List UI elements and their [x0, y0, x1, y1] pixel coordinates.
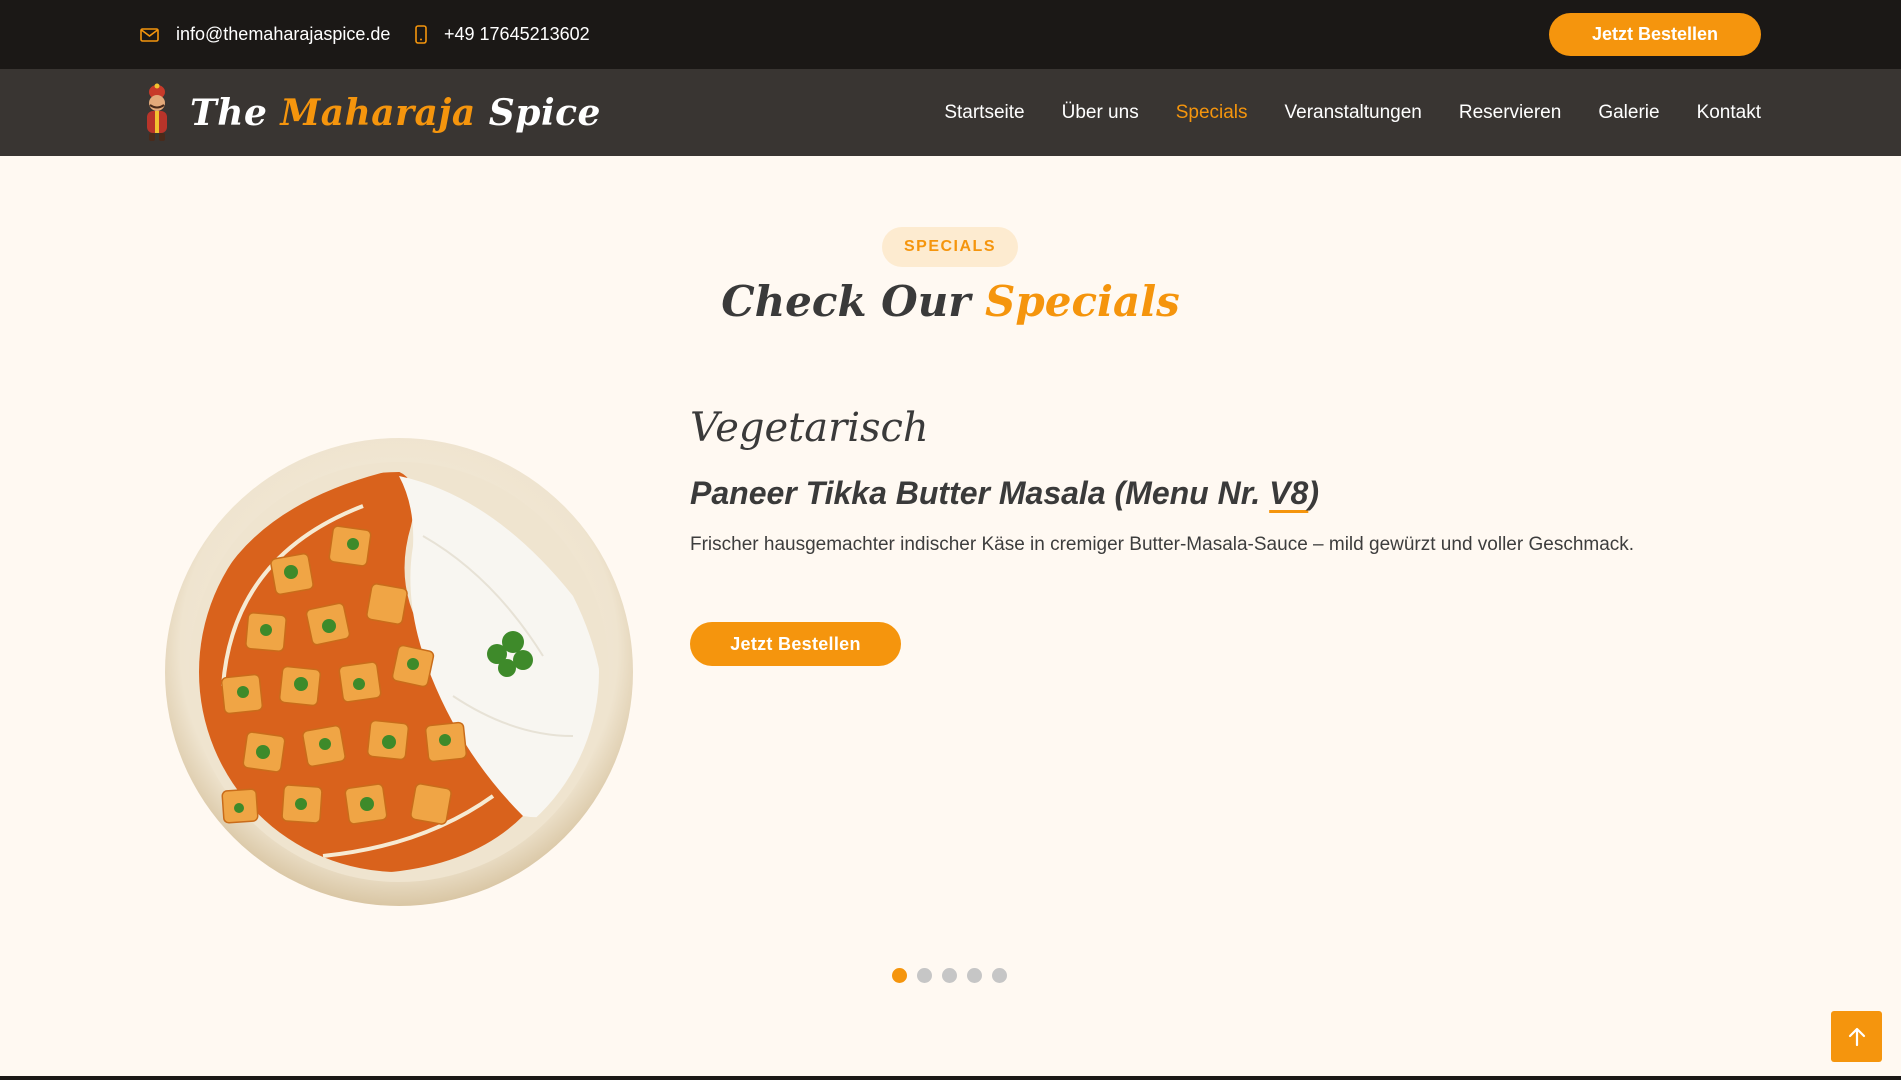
contact-phone[interactable]: +49 17645213602	[415, 0, 590, 69]
nav-item-reservieren[interactable]: Reservieren	[1459, 102, 1561, 124]
footer-edge	[0, 1076, 1901, 1080]
site-logo[interactable]: The Maharaja Spice	[140, 82, 601, 144]
special-title-prefix: Paneer Tikka Butter Masala (Menu Nr.	[690, 475, 1270, 511]
carousel-dot-1[interactable]	[892, 968, 907, 983]
logo-text: The Maharaja Spice	[190, 92, 601, 134]
special-menu-code: V8	[1269, 475, 1309, 511]
envelope-icon	[140, 27, 159, 42]
special-description: Frischer hausgemachter indischer Käse in…	[690, 534, 1635, 555]
section-badge: SPECIALS	[882, 227, 1018, 267]
logo-word-spice: Spice	[475, 92, 601, 134]
special-category: Vegetarisch	[690, 405, 929, 451]
top-bar: info@themaharajaspice.de +49 17645213602…	[0, 0, 1901, 69]
nav-item-ueber-uns[interactable]: Über uns	[1062, 102, 1139, 124]
top-order-button[interactable]: Jetzt Bestellen	[1549, 13, 1761, 56]
mobile-phone-icon	[415, 25, 427, 44]
carousel-dot-3[interactable]	[942, 968, 957, 983]
nav-item-veranstaltungen[interactable]: Veranstaltungen	[1285, 102, 1422, 124]
contact-email[interactable]: info@themaharajaspice.de	[140, 0, 390, 69]
nav-menu: Startseite Über uns Specials Veranstaltu…	[944, 69, 1761, 156]
carousel-dot-4[interactable]	[967, 968, 982, 983]
logo-word-the: The	[190, 92, 281, 134]
special-content: Vegetarisch Paneer Tikka Butter Masala (…	[690, 405, 1770, 556]
nav-item-kontakt[interactable]: Kontakt	[1697, 102, 1761, 124]
logo-word-maharaja: Maharaja	[280, 92, 476, 134]
nav-item-specials[interactable]: Specials	[1176, 102, 1248, 124]
special-title: Paneer Tikka Butter Masala (Menu Nr. V8)	[690, 475, 1770, 512]
phone-text[interactable]: +49 17645213602	[444, 24, 590, 45]
section-title: Check Our Specials	[0, 277, 1901, 326]
carousel-dot-2[interactable]	[917, 968, 932, 983]
special-title-suffix: )	[1308, 475, 1319, 511]
nav-item-startseite[interactable]: Startseite	[944, 102, 1024, 124]
email-text[interactable]: info@themaharajaspice.de	[176, 24, 390, 45]
maharaja-mascot-icon	[147, 83, 167, 141]
back-to-top-button[interactable]	[1831, 1011, 1882, 1062]
section-title-part1: Check Our	[721, 277, 986, 326]
arrow-up-icon	[1848, 1027, 1865, 1046]
special-order-button[interactable]: Jetzt Bestellen	[690, 622, 901, 666]
carousel-dot-5[interactable]	[992, 968, 1007, 983]
section-title-part2: Specials	[985, 277, 1180, 326]
dish-image	[163, 436, 635, 908]
carousel-pagination	[892, 968, 1007, 983]
nav-item-galerie[interactable]: Galerie	[1598, 102, 1659, 124]
